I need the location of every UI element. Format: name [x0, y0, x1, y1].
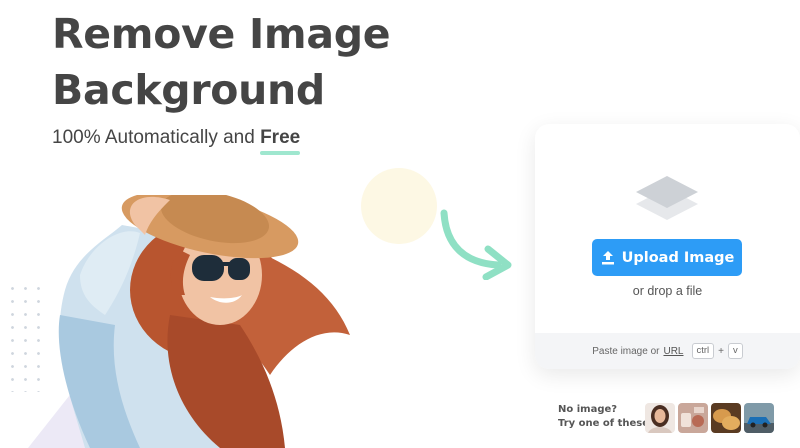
sample-images-label: No image? Try one of these:: [558, 403, 653, 431]
drop-file-text: or drop a file: [632, 284, 703, 298]
v-key: v: [728, 343, 743, 359]
sample-images: [645, 403, 774, 433]
sample-bread-image[interactable]: [711, 403, 741, 433]
subtitle-text: 100% Automatically and: [52, 127, 261, 148]
decorative-circle: [361, 168, 437, 244]
upload-button-label: Upload Image: [621, 249, 735, 266]
no-image-text: No image?: [558, 404, 618, 415]
sample-car-image[interactable]: [744, 403, 774, 433]
url-link[interactable]: URL: [663, 346, 683, 357]
try-one-text: Try one of these:: [558, 418, 654, 429]
curved-arrow-icon: [440, 209, 512, 280]
upload-panel[interactable]: Upload Image or drop a file Paste image …: [535, 124, 800, 369]
paste-text: Paste image or: [592, 345, 660, 357]
paste-bar: Paste image or URL ctrl + v: [535, 333, 800, 369]
upload-image-button[interactable]: Upload Image: [592, 239, 742, 276]
sample-woman-image[interactable]: [645, 403, 675, 433]
subtitle: 100% Automatically and Free: [52, 127, 301, 155]
sample-objects-image[interactable]: [678, 403, 708, 433]
subtitle-free-highlight: Free: [260, 127, 301, 155]
page-title: Remove Image Background: [52, 10, 391, 114]
hero-woman-image: [58, 195, 350, 448]
plus-sign: +: [718, 345, 725, 357]
upload-icon: [601, 250, 614, 264]
layers-icon: [636, 176, 698, 220]
ctrl-key: ctrl: [691, 343, 715, 359]
